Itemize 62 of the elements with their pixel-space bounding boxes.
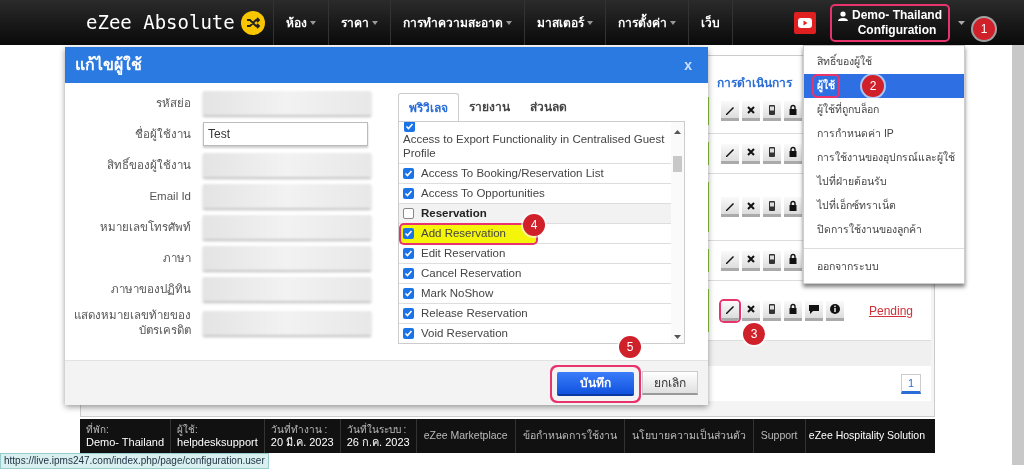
privilege-label: Cancel Reservation [421,265,522,281]
column-header: การดำเนินการ [717,76,792,90]
nav-menu-item[interactable]: เว็บ [687,0,732,45]
menu-item[interactable]: ไปที่ฝ่ายต้อนรับ [814,172,890,192]
privilege-label: Access To Booking/Reservation List [421,165,604,181]
footer-link[interactable]: Support [760,428,798,444]
menu-item[interactable]: สิทธิ์ของผู้ใช้ [814,52,875,72]
field-label: ชื่อผู้ใช้งาน [134,126,191,142]
privilege-label: Access to Export Functionality in Centralised Guest Profile [403,132,666,160]
menu-item[interactable]: การใช้งานของอุปกรณ์และผู้ใช้ [814,148,958,168]
field-label: ภาษาของปฏิทิน [110,281,191,297]
callout-badge: 5 [619,336,641,358]
tab[interactable]: พริวิเลจ [398,93,459,121]
field-label: สิทธิ์ของผู้ใช้งาน [106,157,191,173]
footer-label: วันที่ในระบบ : [346,423,408,436]
footer-link[interactable]: eZee Marketplace [423,428,508,444]
field-label: Email Id [148,188,191,204]
nav-menu-item[interactable]: ราคา [327,0,390,45]
menu-item[interactable]: ปิดการใช้งานของลูกค้า [814,220,925,240]
nav-menu-item[interactable]: มาสเตอร์ [523,0,605,45]
privilege-label: Add Reservation [421,225,507,241]
privilege-label: Reservation [421,205,487,221]
menu-item[interactable]: การกำหนดค่า IP [814,124,897,144]
field-label: ภาษา [162,250,191,266]
footer-label: ผู้ใช้: [177,423,199,436]
menu-item[interactable]: ไปที่เอ็กซ์ทราเน็ต [814,196,899,216]
footer-link[interactable]: ข้อกำหนดการใช้งาน [522,428,617,444]
callout-badge: 2 [862,75,884,97]
logo-text: eZee Absolute [86,10,235,36]
input-field[interactable]: Test [203,122,368,146]
privilege-label: Edit Reservation [421,245,506,261]
dialog-title: แก้ไขผู้ใช้ [75,54,142,77]
privilege-label: Void Reservation [421,325,508,341]
footer-value: helpdesksupport [177,436,258,449]
menu-item[interactable]: ผู้ใช้ที่ถูกบล็อก [814,100,882,120]
footer-link[interactable]: นโยบายความเป็นส่วนตัว [631,428,746,444]
status-link[interactable]: Pending [869,301,914,320]
nav-menu-item[interactable]: ห้อง [272,0,328,45]
footer-value: 20 มี.ค. 2023 [270,436,334,449]
nav-menu-item[interactable]: การทำความสะอาด [389,0,524,45]
footer-value: 26 ก.ค. 2023 [346,436,410,449]
callout-badge: 3 [743,323,765,345]
brand-text: eZee Hospitality Solution [808,428,926,444]
privilege-label: Mark NoShow [421,285,494,301]
field-label: หมายเลขโทรศัพท์ [99,219,191,235]
privilege-label: Access To Opportunities [421,185,545,201]
footer-label: ที่พัก: [86,423,110,436]
nav-menu-item[interactable]: การตั้งค่า [604,0,688,45]
tab[interactable]: รายงาน [459,93,520,121]
cancel-button[interactable]: ยกเลิก [642,371,698,395]
tab[interactable]: ส่วนลด [520,93,577,121]
callout-badge: 1 [973,18,995,40]
page-button[interactable]: 1 [901,373,921,394]
user-menu-button[interactable]: Demo- Thailand Configuration [832,5,948,40]
menu-item[interactable]: ผู้ใช้ [814,76,838,96]
status-url: https://live.ipms247.com/index.php/page/configuration.user [0,453,269,469]
footer-value: Demo- Thailand [86,436,165,449]
field-label: แสดงหมายเลขท้ายของบัตรเครดิต [73,308,191,338]
menu-item[interactable]: ออกจากระบบ [817,259,879,275]
privilege-label: Release Reservation [421,305,528,321]
field-label: รหัสย่อ [155,95,191,111]
footer-label: วันที่ทำงาน : [270,423,329,436]
